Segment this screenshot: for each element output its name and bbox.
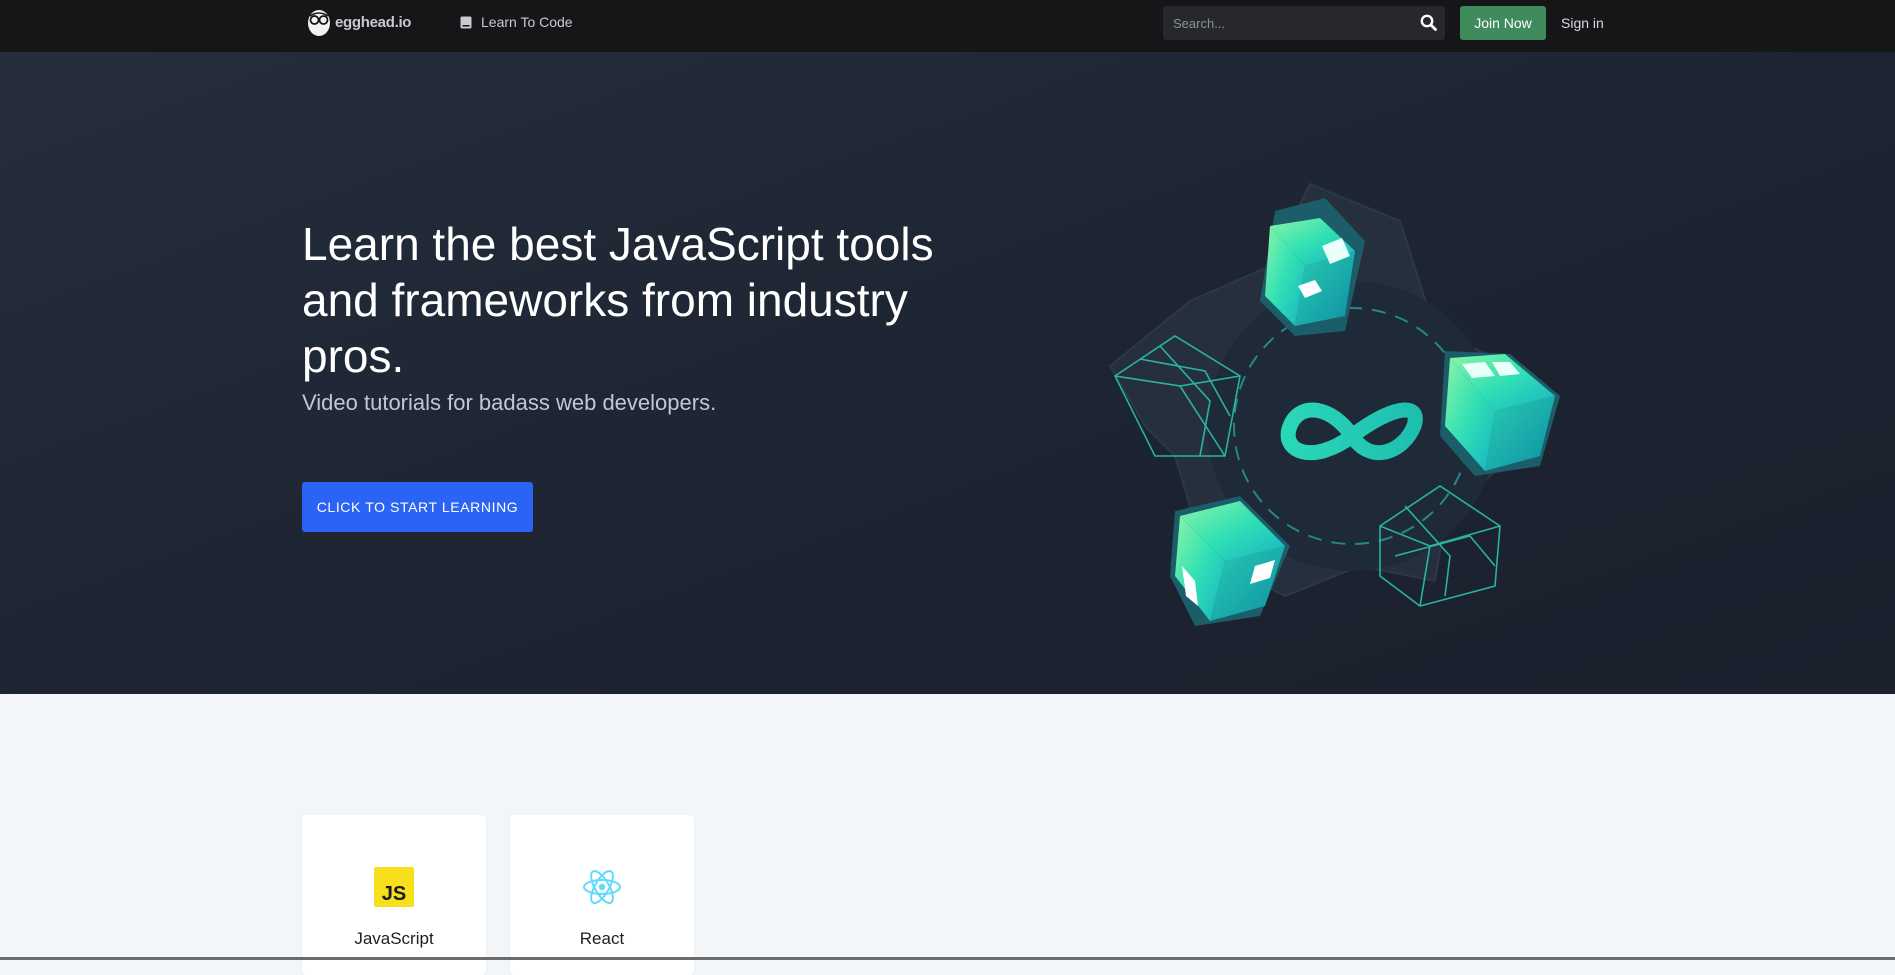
- learn-to-code-label: Learn To Code: [481, 14, 573, 30]
- start-learning-button[interactable]: CLICK TO START LEARNING: [302, 482, 533, 532]
- join-now-button[interactable]: Join Now: [1460, 6, 1546, 40]
- egghead-logo[interactable]: egghead.io: [306, 6, 411, 38]
- search-input[interactable]: [1163, 6, 1403, 40]
- topic-card-react[interactable]: React: [510, 815, 694, 975]
- hero-subtitle: Video tutorials for badass web developer…: [302, 390, 717, 415]
- egghead-egg-icon: [308, 10, 330, 36]
- sign-in-link[interactable]: Sign in: [1561, 15, 1604, 31]
- top-navbar: egghead.io Learn To Code Join Now Sign i…: [0, 0, 1895, 52]
- book-icon: [460, 16, 472, 28]
- javascript-icon-text: JS: [382, 883, 406, 905]
- topic-card-label: JavaScript: [354, 929, 434, 948]
- hero-section: Learn the best JavaScript tools and fram…: [0, 52, 1895, 694]
- react-icon: [583, 870, 621, 904]
- topic-card-label: React: [579, 929, 625, 948]
- topic-card-javascript[interactable]: JS JavaScript: [302, 815, 486, 975]
- hero-title: Learn the best JavaScript tools and fram…: [302, 218, 934, 382]
- search-box: [1163, 6, 1445, 40]
- cubes-infinity-illustration: [1108, 182, 1560, 626]
- search-icon[interactable]: [1420, 14, 1437, 31]
- learn-to-code-link[interactable]: Learn To Code: [460, 14, 573, 30]
- javascript-icon: JS: [374, 867, 414, 907]
- logo-text: egghead.io: [335, 13, 412, 31]
